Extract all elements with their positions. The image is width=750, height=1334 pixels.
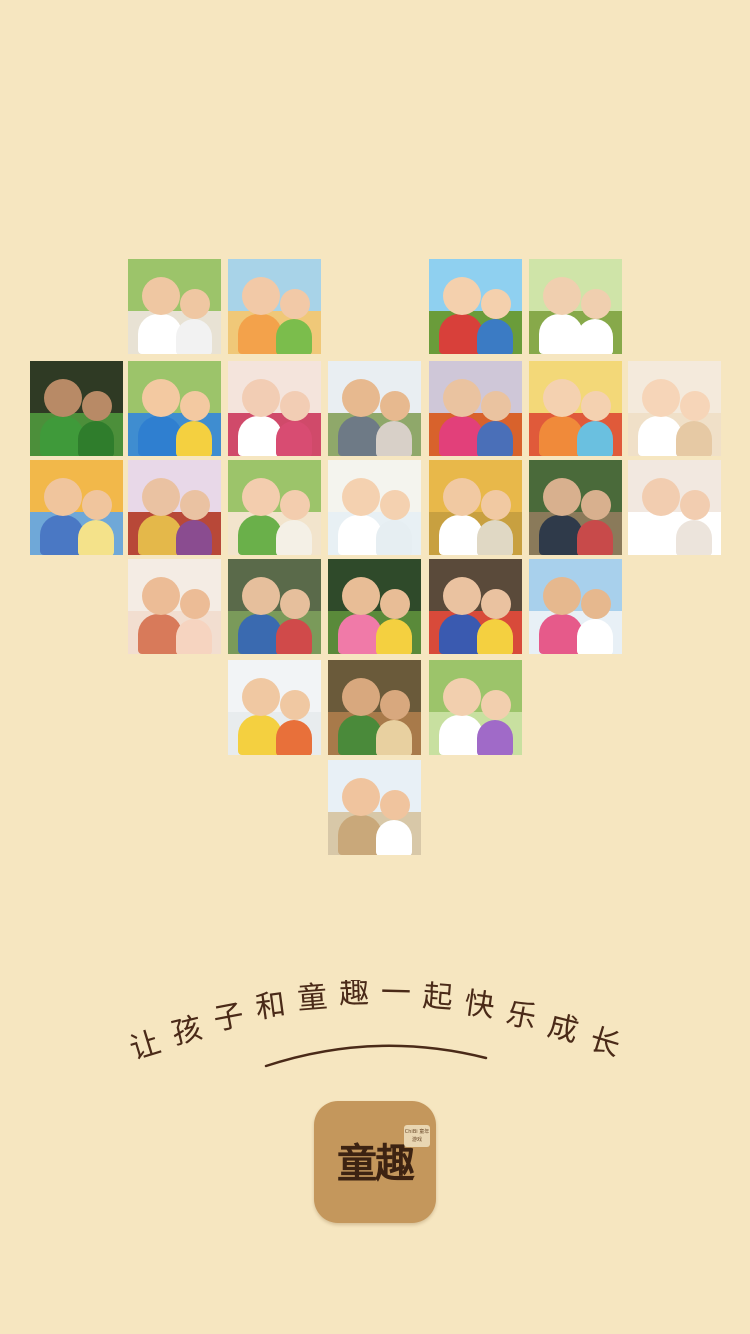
- photo-father-shoulders-girl: [529, 559, 622, 654]
- slogan-char: 长: [585, 1022, 624, 1064]
- photo-toddler-walking: [429, 460, 522, 555]
- photo-kids-group-smiling: [228, 259, 321, 354]
- slogan-char: 孩: [168, 1011, 206, 1052]
- photo-kids-jumping-field: [529, 259, 622, 354]
- photo-girl-basketball: [228, 660, 321, 755]
- slogan-char: 和: [253, 987, 287, 1026]
- photo-kids-crafts-party: [128, 460, 221, 555]
- photo-mother-girl-hug: [628, 361, 721, 456]
- photo-father-son-play: [30, 460, 123, 555]
- photo-child-lifted-air: [328, 361, 421, 456]
- slogan-char: 让: [126, 1025, 165, 1067]
- slogan-char: 一: [380, 980, 411, 1011]
- app-logo-badge: ChiBi 童年游戏: [404, 1125, 430, 1147]
- photo-kids-park-tug: [228, 559, 321, 654]
- photo-kids-painting-table: [429, 559, 522, 654]
- slogan-graphic: 让孩子和童趣一起快乐成长: [126, 980, 624, 1068]
- photo-mother-daughter: [228, 361, 321, 456]
- app-logo-icon[interactable]: 童趣 ChiBi 童年游戏: [314, 1101, 436, 1223]
- slogan-char: 乐: [503, 996, 539, 1036]
- photo-kids-lying-grass: [429, 259, 522, 354]
- photo-kids-circle-faces: [529, 361, 622, 456]
- photo-father-daughter: [128, 259, 221, 354]
- photo-mother-hugs-girl: [429, 660, 522, 755]
- photo-father-daughter-hug: [628, 460, 721, 555]
- photo-mother-daughter-laugh: [328, 760, 421, 855]
- slogan-underline: [264, 1044, 488, 1068]
- slogan-char: 趣: [339, 980, 370, 1011]
- photo-kids-market-stall: [429, 361, 522, 456]
- photo-boy-yellow-cap: [128, 361, 221, 456]
- slogan-char: 子: [211, 998, 247, 1038]
- slogan-char: 起: [421, 980, 454, 1016]
- slogan-char: 快: [462, 986, 496, 1025]
- slogan-char: 成: [544, 1008, 582, 1049]
- slogan: 让孩子和童趣一起快乐成长: [0, 980, 750, 1090]
- photo-girl-jumping-park: [328, 559, 421, 654]
- photo-family-pottery: [328, 660, 421, 755]
- photo-mother-daughter-faces: [128, 559, 221, 654]
- photo-mother-reading-kids: [228, 460, 321, 555]
- photo-kids-bamboo-forest: [529, 460, 622, 555]
- photo-kids-green-shirts: [30, 361, 123, 456]
- photo-boy-smiling-outdoors: [328, 460, 421, 555]
- slogan-char: 童: [296, 980, 329, 1017]
- photo-heart-collage: [0, 0, 750, 900]
